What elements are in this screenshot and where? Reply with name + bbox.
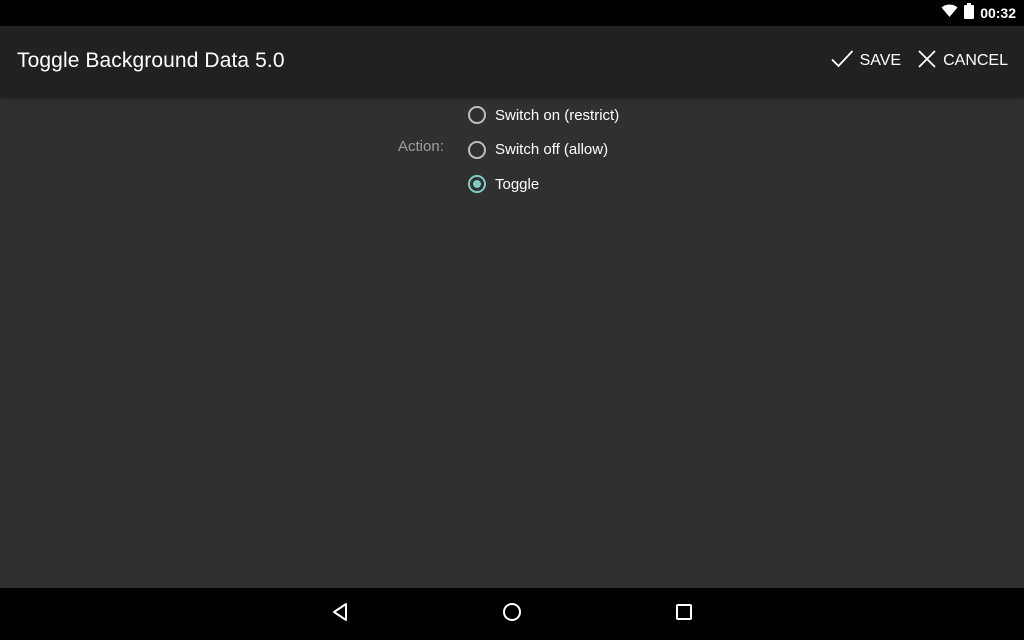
radio-option-label: Switch on (restrict) <box>495 106 620 124</box>
close-icon <box>917 49 937 74</box>
radio-button-icon[interactable] <box>468 140 486 159</box>
home-icon <box>502 602 522 627</box>
save-button[interactable]: SAVE <box>822 26 910 96</box>
app-title: Toggle Background Data 5.0 <box>17 49 285 72</box>
radio-option-label: Switch off (allow) <box>495 141 609 159</box>
wifi-icon <box>941 4 958 23</box>
status-icons: 00:32 <box>941 0 1016 26</box>
action-radio-group: Switch on (restrict) Switch off (allow) … <box>468 98 619 202</box>
recents-button[interactable] <box>654 588 714 640</box>
radio-button-icon[interactable] <box>468 106 486 125</box>
back-icon <box>331 602 349 627</box>
action-bar: Toggle Background Data 5.0 SAVE CANCEL <box>0 26 1024 96</box>
action-buttons: SAVE CANCEL <box>822 26 1016 96</box>
radio-option-label: Toggle <box>495 175 540 193</box>
radio-option-switch-off[interactable]: Switch off (allow) <box>468 133 619 168</box>
action-field-label: Action: <box>398 138 444 155</box>
battery-icon <box>964 2 975 24</box>
save-label: SAVE <box>859 52 902 69</box>
content-area: Action: Switch on (restrict) Switch off … <box>0 96 1024 588</box>
radio-button-checked-icon[interactable] <box>468 175 486 194</box>
radio-option-toggle[interactable]: Toggle <box>468 167 619 202</box>
cancel-label: CANCEL <box>943 52 1008 69</box>
radio-option-switch-on[interactable]: Switch on (restrict) <box>468 98 619 133</box>
cancel-button[interactable]: CANCEL <box>909 26 1016 96</box>
navigation-bar <box>0 588 1024 640</box>
recents-icon <box>675 603 693 626</box>
home-button[interactable] <box>482 588 542 640</box>
back-button[interactable] <box>310 588 370 640</box>
status-bar: 00:32 <box>0 0 1024 26</box>
checkmark-icon <box>830 49 854 74</box>
status-time: 00:32 <box>980 5 1016 21</box>
